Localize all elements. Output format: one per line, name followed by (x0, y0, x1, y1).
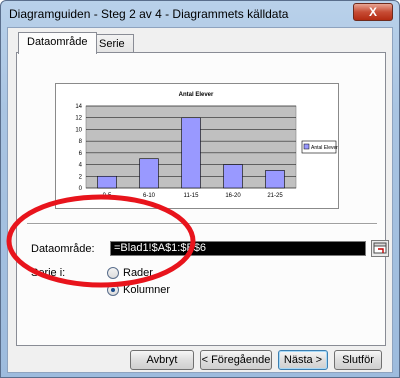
divider (27, 223, 377, 225)
chart-preview: Antal Elever 0 2 4 6 8 10 12 14 0-5 6-10 11-15 16-20… (55, 83, 339, 209)
radio-rader-label: Rader (123, 267, 153, 279)
bar (265, 170, 285, 189)
x-tick-label: 6-10 (143, 193, 156, 199)
y-tick-label: 10 (75, 127, 82, 133)
tab-panel: Antal Elever 0 2 4 6 8 10 12 14 0-5 6-10 11-15 16-20… (16, 52, 389, 346)
bar (223, 164, 243, 189)
y-tick-label: 0 (79, 186, 83, 192)
y-tick-label: 2 (79, 174, 83, 180)
finish-button[interactable]: Slutför (334, 350, 382, 370)
chart-title: Antal Elever (179, 92, 214, 98)
tab-dataomrade[interactable]: Dataområde (18, 32, 97, 54)
y-tick-label: 4 (79, 163, 83, 169)
y-tick-label: 8 (79, 139, 83, 145)
radio-rader[interactable]: Rader (107, 266, 153, 280)
series-label: Serie i: (31, 267, 66, 279)
range-select-icon (373, 242, 387, 254)
bar (139, 158, 159, 189)
x-tick-label: 0-5 (103, 193, 112, 199)
dialog-window: Diagramguiden - Steg 2 av 4 - Diagrammet… (0, 0, 400, 378)
radio-kolumner[interactable]: Kolumner (107, 283, 170, 297)
cancel-button[interactable]: Avbryt (130, 350, 194, 370)
tab-serie[interactable]: Serie (90, 34, 134, 54)
y-tick-label: 12 (75, 116, 82, 122)
dialog-client: Dataområde Serie Antal Elever 0 2 4 6 8 10 12 14… (7, 27, 393, 373)
range-input[interactable]: =Blad1!$A$1:$B$6 (110, 241, 366, 256)
x-tick-label: 16-20 (225, 193, 241, 199)
legend-swatch (303, 143, 310, 150)
x-tick-label: 11-15 (184, 193, 200, 199)
close-button[interactable]: X (353, 3, 393, 21)
legend-label: Antal Elever (311, 145, 338, 151)
radio-rader-circle[interactable] (107, 267, 119, 279)
collapse-dialog-button[interactable] (371, 240, 389, 257)
radio-kolumner-circle[interactable] (107, 284, 119, 296)
bar (181, 117, 201, 189)
y-tick-label: 14 (75, 104, 82, 110)
x-tick-label: 21-25 (267, 193, 283, 199)
y-tick-label: 6 (79, 151, 83, 157)
title-bar[interactable]: Diagramguiden - Steg 2 av 4 - Diagrammet… (1, 1, 399, 27)
radio-kolumner-label: Kolumner (123, 284, 171, 296)
next-button[interactable]: Nästa > (278, 350, 328, 370)
back-button[interactable]: < Föregående (200, 350, 272, 370)
bar-chart: Antal Elever 0 2 4 6 8 10 12 14 0-5 6-10 11-15 16-20… (75, 92, 338, 199)
range-label: Dataområde: (31, 243, 95, 255)
bar (97, 175, 117, 189)
window-title: Diagramguiden - Steg 2 av 4 - Diagrammet… (9, 7, 289, 21)
